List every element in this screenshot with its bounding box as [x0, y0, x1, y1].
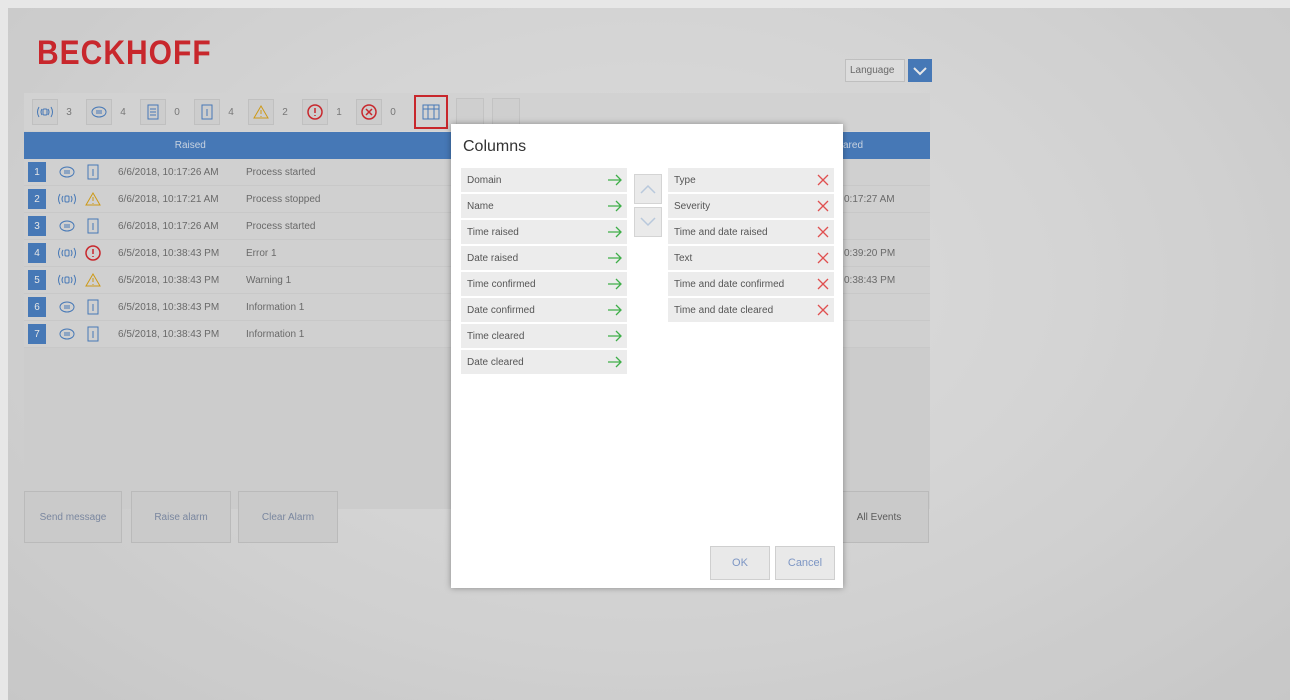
- available-column-item[interactable]: Time confirmed: [461, 272, 627, 296]
- remove-icon[interactable]: [816, 225, 830, 239]
- available-column-item[interactable]: Time cleared: [461, 324, 627, 348]
- selected-column-item[interactable]: Time and date cleared: [668, 298, 834, 322]
- move-down-button[interactable]: [634, 207, 662, 237]
- column-label: Domain: [467, 174, 502, 186]
- remove-icon[interactable]: [816, 173, 830, 187]
- arrow-right-icon[interactable]: [607, 251, 623, 265]
- column-label: Name: [467, 200, 494, 212]
- ok-button[interactable]: OK: [710, 546, 770, 580]
- column-label: Time and date raised: [674, 226, 768, 238]
- selected-column-item[interactable]: Time and date confirmed: [668, 272, 834, 296]
- column-label: Severity: [674, 200, 711, 212]
- selected-column-item[interactable]: Type: [668, 168, 834, 192]
- arrow-right-icon[interactable]: [607, 199, 623, 213]
- chevron-down-icon: [640, 217, 656, 227]
- dialog-title: Columns: [463, 138, 527, 155]
- selected-column-item[interactable]: Time and date raised: [668, 220, 834, 244]
- remove-icon[interactable]: [816, 277, 830, 291]
- column-label: Time confirmed: [467, 278, 536, 290]
- column-label: Time and date cleared: [674, 304, 774, 316]
- available-column-item[interactable]: Date cleared: [461, 350, 627, 374]
- column-label: Date cleared: [467, 356, 524, 368]
- arrow-right-icon[interactable]: [607, 329, 623, 343]
- available-column-item[interactable]: Time raised: [461, 220, 627, 244]
- available-column-item[interactable]: Date raised: [461, 246, 627, 270]
- arrow-right-icon[interactable]: [607, 277, 623, 291]
- move-up-button[interactable]: [634, 174, 662, 204]
- available-column-item[interactable]: Date confirmed: [461, 298, 627, 322]
- chevron-up-icon: [640, 184, 656, 194]
- column-label: Time cleared: [467, 330, 525, 342]
- available-column-item[interactable]: Name: [461, 194, 627, 218]
- column-label: Date raised: [467, 252, 519, 264]
- column-label: Time raised: [467, 226, 519, 238]
- reorder-controls: [634, 174, 662, 240]
- available-columns-list: Domain Name Time raised Date raised Time con…: [461, 168, 627, 376]
- cancel-button[interactable]: Cancel: [775, 546, 835, 580]
- selected-columns-list: Type Severity Time and date raised Text Time…: [668, 168, 834, 324]
- remove-icon[interactable]: [816, 199, 830, 213]
- selected-column-item[interactable]: Text: [668, 246, 834, 270]
- arrow-right-icon[interactable]: [607, 225, 623, 239]
- remove-icon[interactable]: [816, 251, 830, 265]
- column-label: Time and date confirmed: [674, 278, 785, 290]
- remove-icon[interactable]: [816, 303, 830, 317]
- column-label: Text: [674, 252, 693, 264]
- column-label: Date confirmed: [467, 304, 535, 316]
- columns-dialog: Columns Domain Name Time raised Date raised…: [451, 124, 843, 588]
- arrow-right-icon[interactable]: [607, 355, 623, 369]
- selected-column-item[interactable]: Severity: [668, 194, 834, 218]
- available-column-item[interactable]: Domain: [461, 168, 627, 192]
- arrow-right-icon[interactable]: [607, 173, 623, 187]
- column-label: Type: [674, 174, 696, 186]
- arrow-right-icon[interactable]: [607, 303, 623, 317]
